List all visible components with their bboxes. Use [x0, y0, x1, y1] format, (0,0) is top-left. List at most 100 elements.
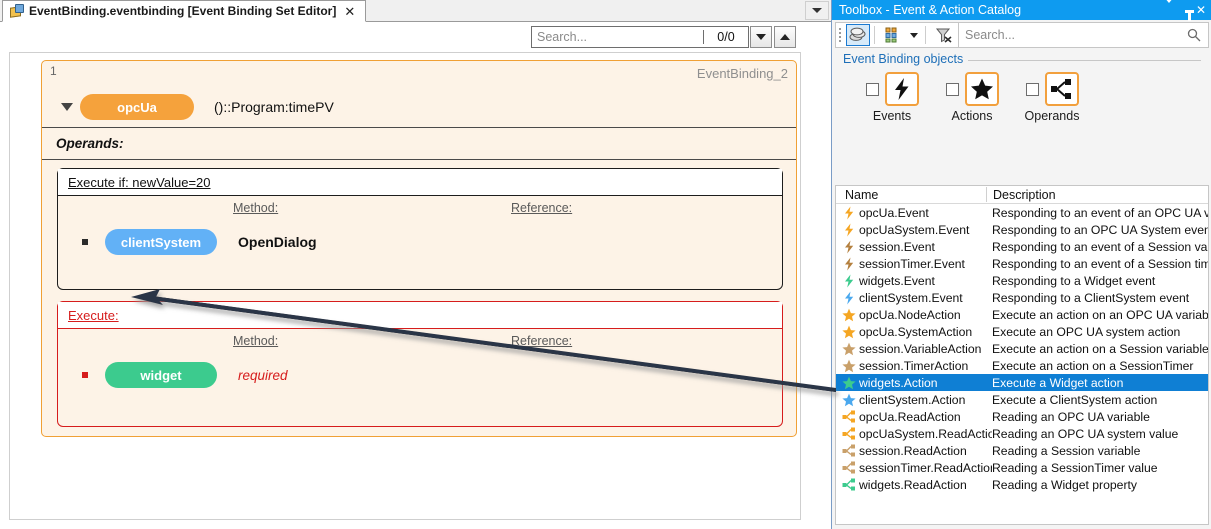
lightning-bolt-icon — [845, 291, 854, 304]
catalog-row-name: widgets.Action — [859, 375, 938, 390]
catalog-list-row[interactable]: widgets.ReadAction Reading a Widget prope… — [836, 476, 1208, 493]
group-list-button[interactable] — [881, 24, 905, 46]
star-icon — [842, 376, 856, 389]
clear-filter-button[interactable] — [932, 24, 956, 46]
toolbar-divider-2 — [925, 26, 926, 44]
operands-section-header: Operands: — [42, 127, 796, 160]
condition-block-header[interactable]: Execute if: newValue=20 — [58, 169, 782, 196]
event-source-pill[interactable]: opcUa — [80, 94, 194, 120]
actions-checkbox[interactable] — [945, 82, 959, 96]
catalog-list-row[interactable]: opcUa.NodeAction Execute an action on an … — [836, 306, 1208, 323]
show-objects-button[interactable] — [846, 24, 870, 46]
execute-method-value[interactable]: required — [238, 368, 288, 383]
group-dropdown-button[interactable] — [907, 24, 921, 46]
editor-canvas[interactable]: 1 EventBinding_2 opcUa ()::Program:timeP… — [9, 52, 801, 520]
lightning-bolt-icon — [894, 78, 908, 100]
catalog-list-row[interactable]: opcUaSystem.Event Responding to an OPC UA… — [836, 221, 1208, 238]
toolbox-panel: Toolbox - Event & Action Catalog ✕ Searc… — [831, 0, 1211, 529]
catalog-list-row[interactable]: widgets.Event Responding to a Widget even… — [836, 272, 1208, 289]
tool-item-events[interactable]: Events — [849, 72, 935, 123]
chevron-down-icon — [812, 8, 822, 13]
node-tree-icon — [842, 427, 855, 440]
execute-block-header[interactable]: Execute: — [58, 302, 782, 329]
binding-expander-button[interactable] — [54, 103, 80, 111]
star-icon — [842, 342, 856, 355]
event-path-label[interactable]: ()::Program:timePV — [214, 99, 334, 115]
event-binding-card[interactable]: 1 EventBinding_2 opcUa ()::Program:timeP… — [41, 60, 797, 437]
catalog-list-row[interactable]: sessionTimer.ReadAction Reading a Session… — [836, 459, 1208, 476]
column-header-name[interactable]: Name — [845, 188, 878, 202]
column-header-description[interactable]: Description — [993, 188, 1056, 202]
catalog-row-description: Execute an action on an OPC UA variable — [992, 307, 1208, 322]
catalog-list-body: opcUa.Event Responding to an event of an … — [836, 204, 1208, 493]
show-objects-icon — [849, 27, 866, 41]
catalog-row-description: Responding to an event of a Session vari… — [992, 239, 1208, 254]
tab-overflow-button[interactable] — [805, 1, 829, 20]
catalog-list-row[interactable]: opcUa.ReadAction Reading an OPC UA variab… — [836, 408, 1208, 425]
catalog-list-row[interactable]: widgets.Action Execute a Widget action — [836, 374, 1208, 391]
events-checkbox[interactable] — [865, 82, 879, 96]
tool-item-operands[interactable]: Operands — [1009, 72, 1095, 123]
binding-index-label: 1 — [50, 64, 57, 78]
search-prev-button[interactable] — [774, 26, 796, 48]
document-tab-event-binding[interactable]: EventBinding.eventbinding [Event Binding… — [2, 0, 367, 22]
catalog-row-description: Responding to a Widget event — [992, 273, 1156, 288]
catalog-list-row[interactable]: clientSystem.Event Responding to a Client… — [836, 289, 1208, 306]
condition-operand-pill[interactable]: clientSystem — [105, 229, 217, 255]
close-icon[interactable]: ✕ — [342, 5, 357, 18]
catalog-row-name: session.Event — [859, 239, 935, 254]
lightning-bolt-icon — [841, 274, 857, 288]
events-icon-button[interactable] — [884, 72, 919, 106]
editor-search-row: Search... 0/0 — [0, 22, 831, 52]
star-icon — [841, 325, 857, 339]
search-input[interactable]: Search... 0/0 — [531, 26, 749, 48]
triangle-down-icon — [61, 103, 73, 111]
column-divider[interactable] — [986, 187, 987, 202]
catalog-row-description: Execute a ClientSystem action — [992, 392, 1158, 407]
lightning-bolt-icon — [841, 291, 857, 305]
catalog-row-description: Reading a SessionTimer value — [992, 460, 1158, 475]
tool-item-actions[interactable]: Actions — [929, 72, 1015, 123]
catalog-row-name: opcUa.Event — [859, 205, 929, 220]
document-tab-label: EventBinding.eventbinding [Event Binding… — [29, 4, 337, 18]
operands-checkbox[interactable] — [1025, 82, 1039, 96]
node-tree-icon — [841, 478, 857, 491]
star-icon — [842, 308, 856, 321]
toolbox-title-label: Toolbox - Event & Action Catalog — [839, 3, 1022, 17]
actions-label: Actions — [951, 109, 993, 123]
node-tree-icon — [1050, 79, 1071, 99]
catalog-list-row[interactable]: opcUaSystem.ReadAction Reading an OPC UA … — [836, 425, 1208, 442]
toolbox-close-button[interactable]: ✕ — [1196, 4, 1206, 16]
catalog-list-row[interactable]: sessionTimer.Event Responding to an event… — [836, 255, 1208, 272]
execute-block[interactable]: Execute: Method: Reference: widget requi… — [57, 301, 783, 427]
catalog-row-description: Reading an OPC UA system value — [992, 426, 1179, 441]
catalog-list[interactable]: Name Description opcUa.Event Responding t… — [835, 185, 1209, 525]
toolbox-menu-button[interactable] — [1163, 0, 1174, 17]
document-tab-strip: EventBinding.eventbinding [Event Binding… — [0, 0, 831, 22]
toolbar-grip[interactable] — [838, 27, 844, 43]
search-icon[interactable] — [1187, 28, 1201, 42]
catalog-list-row[interactable]: session.ReadAction Reading a Session vari… — [836, 442, 1208, 459]
search-next-button[interactable] — [750, 26, 772, 48]
catalog-list-row[interactable]: session.Event Responding to an event of a… — [836, 238, 1208, 255]
catalog-list-row[interactable]: session.TimerAction Execute an action on … — [836, 357, 1208, 374]
toolbox-search-input[interactable]: Search... — [958, 23, 1208, 47]
execute-operand-pill[interactable]: widget — [105, 362, 217, 388]
operands-icon-button[interactable] — [1044, 72, 1079, 106]
event-binding-editor-pane: EventBinding.eventbinding [Event Binding… — [0, 0, 831, 529]
catalog-list-row[interactable]: session.VariableAction Execute an action … — [836, 340, 1208, 357]
catalog-list-row[interactable]: opcUa.SystemAction Execute an OPC UA syst… — [836, 323, 1208, 340]
lightning-bolt-icon — [845, 223, 854, 236]
condition-method-value[interactable]: OpenDialog — [238, 234, 317, 250]
chevron-down-icon — [910, 32, 918, 38]
search-input-placeholder: Search... — [537, 30, 588, 44]
node-tree-icon — [841, 427, 857, 440]
condition-method-column-label: Method: — [233, 201, 279, 215]
actions-icon-button[interactable] — [964, 72, 999, 106]
bullet-icon — [82, 239, 88, 245]
catalog-list-row[interactable]: clientSystem.Action Execute a ClientSyste… — [836, 391, 1208, 408]
condition-block[interactable]: Execute if: newValue=20 Method: Referenc… — [57, 168, 783, 290]
catalog-list-row[interactable]: opcUa.Event Responding to an event of an … — [836, 204, 1208, 221]
catalog-row-name: opcUaSystem.Event — [859, 222, 970, 237]
toolbox-toolbar: Search... — [835, 22, 1209, 48]
